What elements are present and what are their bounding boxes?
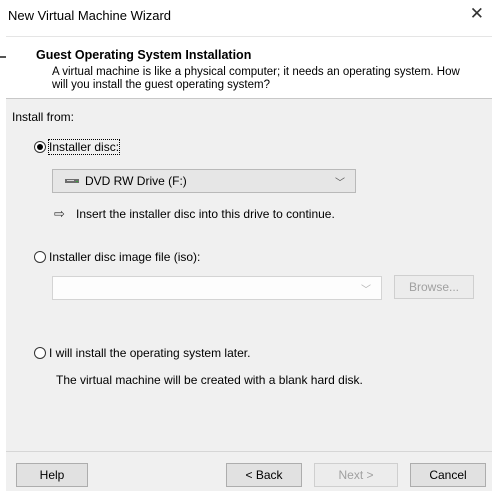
wizard-header: Guest Operating System Installation A vi… (6, 36, 492, 99)
arrow-right-icon: ⇨ (54, 206, 65, 221)
page-title: Guest Operating System Installation (36, 48, 252, 62)
iso-image-radio[interactable] (34, 251, 46, 263)
iso-image-label[interactable]: Installer disc image file (iso): (49, 250, 200, 264)
insert-disc-hint: Insert the installer disc into this driv… (76, 207, 335, 221)
install-later-radio[interactable] (34, 347, 46, 359)
drive-select[interactable]: DVD RW Drive (F:) ﹀ (52, 169, 356, 193)
close-icon[interactable]: ✕ (470, 4, 484, 24)
cancel-button[interactable]: Cancel (410, 463, 486, 487)
browse-button[interactable]: Browse... (394, 275, 474, 299)
wizard-footer: Help < Back Next > Cancel (6, 451, 492, 491)
dvd-drive-icon (65, 179, 79, 183)
next-button[interactable]: Next > (314, 463, 398, 487)
back-button[interactable]: < Back (226, 463, 302, 487)
installer-disc-radio[interactable] (34, 141, 46, 153)
help-button[interactable]: Help (16, 463, 88, 487)
iso-path-select[interactable]: ﹀ (52, 276, 382, 300)
install-later-label[interactable]: I will install the operating system late… (49, 346, 250, 360)
window-title: New Virtual Machine Wizard (8, 8, 172, 23)
drive-select-value: DVD RW Drive (F:) (85, 174, 187, 188)
title-bar: New Virtual Machine Wizard ✕ (0, 0, 492, 31)
install-from-label: Install from: (12, 110, 75, 124)
installer-disc-label[interactable]: Installer disc: (47, 139, 121, 155)
page-subtitle: A virtual machine is like a physical com… (52, 66, 460, 91)
install-options-panel: Install from: Installer disc: DVD RW Dri… (6, 99, 492, 451)
blank-disk-note: The virtual machine will be created with… (56, 373, 363, 387)
chevron-down-icon: ﹀ (361, 285, 371, 296)
chevron-down-icon: ﹀ (335, 178, 345, 189)
